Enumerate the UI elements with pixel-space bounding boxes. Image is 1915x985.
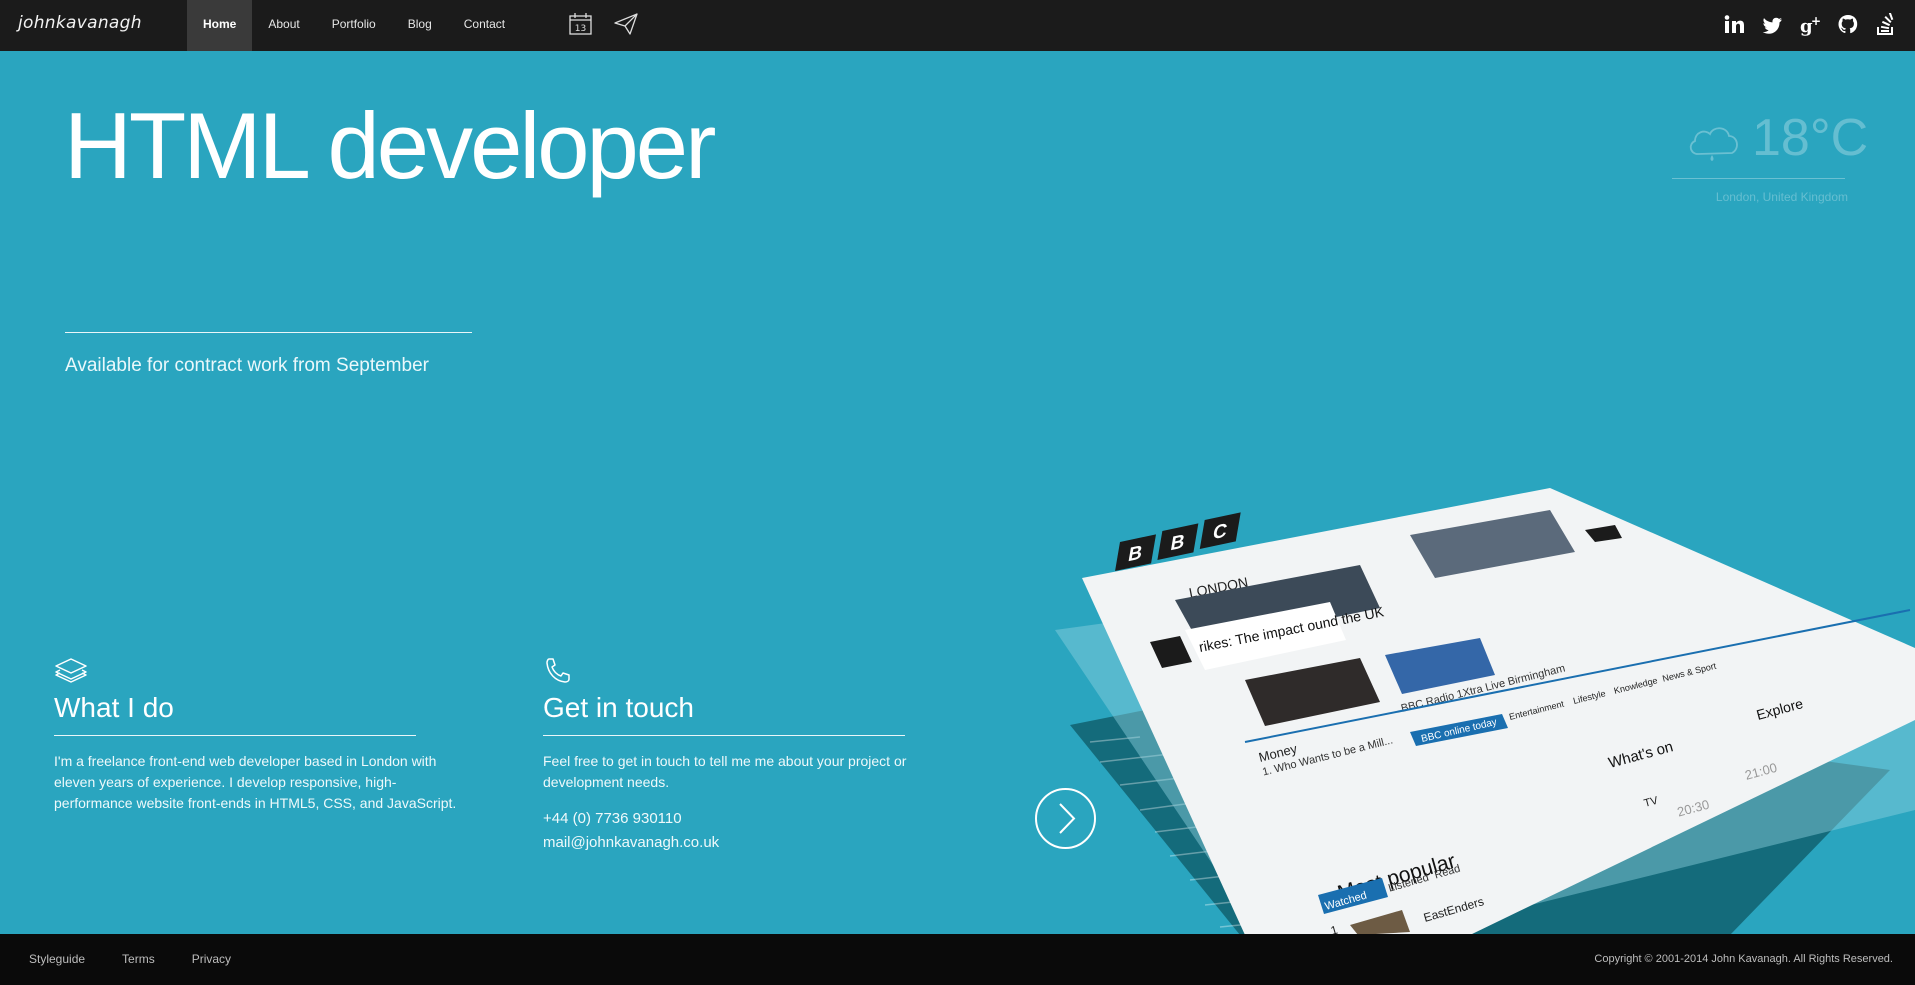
phone-number-link[interactable]: +44 (0) 7736 930110 (543, 807, 963, 831)
phone-icon (543, 656, 963, 686)
svg-text:+: + (1811, 14, 1821, 28)
linkedin-icon[interactable] (1723, 13, 1745, 37)
get-in-touch-body: Feel free to get in touch to tell me me … (543, 753, 907, 790)
paper-plane-icon[interactable] (613, 12, 639, 36)
nav-home[interactable]: Home (187, 0, 253, 51)
nav-blog[interactable]: Blog (392, 0, 448, 51)
nav-portfolio[interactable]: Portfolio (316, 0, 392, 51)
get-in-touch-divider (543, 735, 905, 736)
portfolio-screenshot[interactable]: B B C LONDON rikes: The impact ound the … (1030, 480, 1915, 935)
twitter-icon[interactable] (1761, 13, 1783, 37)
weather-divider (1672, 178, 1845, 179)
layers-icon (54, 656, 474, 686)
brand-logo[interactable]: johnkavanagh (18, 13, 142, 33)
weather-location: London, United Kingdom (1715, 190, 1848, 204)
calendar-day: 13 (575, 24, 586, 34)
footer-links: Styleguide Terms Privacy (29, 952, 231, 966)
hero-divider (65, 332, 472, 333)
what-i-do-divider (54, 735, 416, 736)
github-icon[interactable] (1837, 13, 1859, 37)
nav-about[interactable]: About (252, 0, 315, 51)
what-i-do-heading: What I do (54, 692, 174, 723)
rain-cloud-icon (1686, 122, 1742, 171)
google-plus-icon[interactable]: g + (1799, 13, 1821, 37)
get-in-touch-section: Get in touch Feel free to get in touch t… (543, 656, 963, 855)
copyright: Copyright © 2001-2014 John Kavanagh. All… (1594, 953, 1893, 965)
what-i-do-body: I'm a freelance front-end web developer … (54, 753, 457, 811)
footer: Styleguide Terms Privacy Copyright © 200… (0, 934, 1915, 985)
nav-contact[interactable]: Contact (448, 0, 521, 51)
get-in-touch-heading: Get in touch (543, 692, 694, 723)
footer-styleguide-link[interactable]: Styleguide (29, 952, 85, 966)
nav-tools: 13 (568, 12, 639, 36)
what-i-do-section: What I do I'm a freelance front-end web … (54, 656, 474, 814)
footer-privacy-link[interactable]: Privacy (192, 952, 231, 966)
top-navigation-bar: johnkavanagh Home About Portfolio Blog C… (0, 0, 1915, 51)
weather-temperature: 18°C (1752, 109, 1869, 167)
availability-text: Available for contract work from Septemb… (65, 355, 429, 376)
footer-terms-link[interactable]: Terms (122, 952, 155, 966)
social-links: g + (1723, 11, 1897, 37)
hero-title: HTML developer (64, 93, 716, 198)
main-nav: Home About Portfolio Blog Contact (187, 0, 521, 51)
stackoverflow-icon[interactable] (1875, 11, 1897, 37)
email-link[interactable]: mail@johnkavanagh.co.uk (543, 831, 963, 855)
calendar-icon[interactable]: 13 (568, 12, 593, 36)
